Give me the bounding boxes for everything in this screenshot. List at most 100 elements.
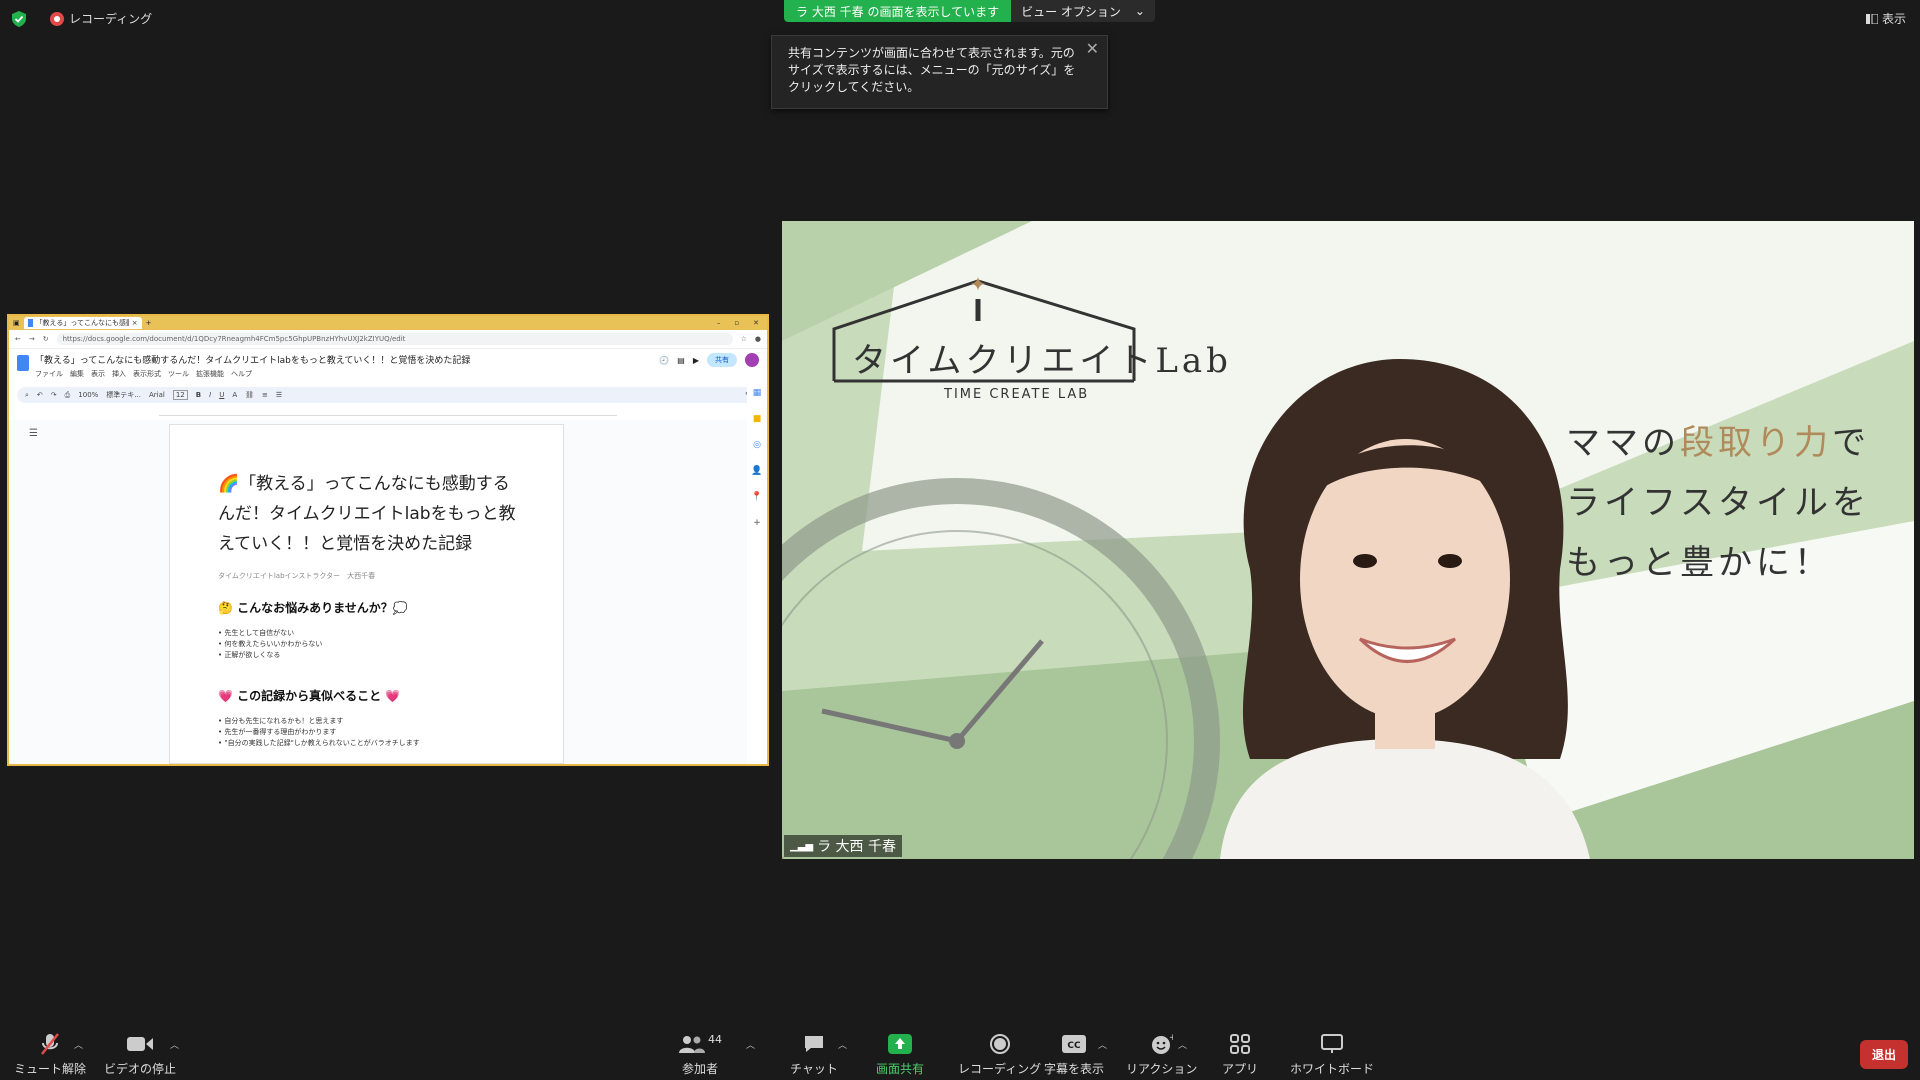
apps-label: アプリ — [1222, 1062, 1259, 1076]
menu-edit[interactable]: 編集 — [70, 369, 84, 379]
browser-menu-icon[interactable]: ▣ — [13, 319, 20, 327]
apps-button[interactable]: アプリ — [1222, 1032, 1258, 1077]
chat-caret-icon[interactable]: ︿ — [838, 1038, 847, 1051]
tagline-part: で — [1832, 423, 1870, 463]
meet-icon[interactable]: ▶ — [693, 356, 699, 365]
doc-page[interactable]: 🌈「教える」ってこんなにも感動するんだ！タイムクリエイトlabをもっと教えていく… — [169, 424, 564, 764]
window-controls: – ▫ ✕ — [717, 319, 767, 327]
underline-icon[interactable]: U — [219, 391, 224, 399]
undo-icon[interactable]: ↶ — [37, 391, 43, 399]
bold-icon[interactable]: B — [196, 391, 201, 399]
menu-help[interactable]: ヘルプ — [231, 369, 252, 379]
font-size-input[interactable]: 12 — [172, 390, 188, 400]
maps-icon[interactable]: 📍 — [751, 492, 762, 502]
menu-view[interactable]: 表示 — [91, 369, 105, 379]
whiteboard-icon — [1321, 1032, 1343, 1056]
close-tab-icon[interactable]: × — [132, 319, 138, 327]
menu-format[interactable]: 表示形式 — [133, 369, 161, 379]
font-select[interactable]: Arial — [149, 391, 165, 399]
docs-menu-bar: ファイル 編集 表示 挿入 表示形式 ツール 拡張機能 ヘルプ — [35, 369, 470, 379]
doc-title[interactable]: 「教える」ってこんなにも感動するんだ！タイムクリエイトlabをもっと教えていく！… — [35, 353, 470, 366]
mic-muted-icon — [40, 1032, 60, 1056]
style-select[interactable]: 標準テキ... — [106, 390, 141, 400]
record-button[interactable]: レコーディング — [958, 1032, 1041, 1077]
list-item: 先生として自信がない — [218, 628, 523, 639]
menu-insert[interactable]: 挿入 — [112, 369, 126, 379]
keep-icon[interactable]: ■ — [753, 414, 762, 424]
menu-file[interactable]: ファイル — [35, 369, 63, 379]
history-icon[interactable]: 🕘 — [659, 356, 669, 365]
share-button[interactable]: 共有 — [707, 353, 737, 367]
captions-label: 字幕を表示 — [1044, 1062, 1105, 1076]
bookmark-star-icon[interactable]: ☆ — [741, 335, 747, 343]
chat-button[interactable]: チャット — [790, 1032, 838, 1077]
address-bar[interactable]: https://docs.google.com/document/d/1QDcy… — [56, 333, 733, 345]
grid-view-icon — [1865, 13, 1878, 24]
audio-options-caret-icon[interactable]: ︿ — [74, 1038, 83, 1051]
chat-icon — [803, 1032, 825, 1056]
participants-caret-icon[interactable]: ︿ — [746, 1038, 755, 1051]
whiteboard-label: ホワイトボード — [1290, 1062, 1375, 1076]
search-icon[interactable]: ⌕ — [25, 391, 29, 400]
minimize-icon[interactable]: – — [717, 319, 721, 327]
participants-button[interactable]: 44 参加者 — [678, 1032, 722, 1077]
zoom-select[interactable]: 100% — [78, 391, 98, 399]
whiteboard-button[interactable]: ホワイトボード — [1290, 1032, 1374, 1077]
menu-extensions[interactable]: 拡張機能 — [196, 369, 224, 379]
close-icon[interactable]: ✕ — [1086, 40, 1099, 57]
menu-tools[interactable]: ツール — [168, 369, 189, 379]
section-heading-concerns: 🤔 こんなお悩みありませんか？💭 — [218, 601, 408, 615]
docs-logo-icon[interactable] — [17, 355, 29, 371]
leave-button[interactable]: 退出 — [1859, 1040, 1908, 1069]
text-color-icon[interactable]: A — [232, 391, 237, 399]
align-icon[interactable]: ≡ — [262, 391, 268, 399]
profile-icon[interactable]: ● — [755, 335, 761, 343]
docs-side-panel: ▦ ■ ◎ 👤 📍 + — [747, 382, 767, 764]
link-icon[interactable]: ⛓ — [245, 391, 254, 399]
print-icon[interactable]: ⎙ — [65, 391, 71, 400]
reaction-smile-icon: + — [1151, 1032, 1173, 1056]
add-addon-icon[interactable]: + — [753, 518, 761, 528]
svg-text:CC: CC — [1067, 1041, 1081, 1051]
security-shield-icon[interactable] — [12, 10, 26, 27]
stop-video-button[interactable]: ビデオの停止 — [104, 1032, 176, 1077]
shared-screen[interactable]: ▣ 「教える」ってこんなにも感動するんだ！ × + – ▫ ✕ ← → ↻ ht… — [7, 314, 769, 766]
comment-icon[interactable]: ▤ — [677, 356, 685, 365]
video-options-caret-icon[interactable]: ︿ — [170, 1038, 179, 1051]
captions-button[interactable]: CC 字幕を表示 — [1044, 1032, 1104, 1077]
browser-tab[interactable]: 「教える」ってこんなにも感動するんだ！ × — [23, 317, 142, 329]
calendar-icon[interactable]: ▦ — [753, 388, 762, 398]
participant-video[interactable]: ✦ タイムクリエイトLab TIME CREATE LAB ママの段取り力で ラ… — [782, 221, 1914, 859]
share-screen-label: 画面共有 — [876, 1062, 925, 1076]
reload-icon[interactable]: ↻ — [43, 335, 49, 343]
recording-indicator[interactable]: レコーディング — [50, 10, 152, 27]
chat-label: チャット — [790, 1062, 838, 1076]
stop-video-label: ビデオの停止 — [104, 1062, 177, 1076]
forward-icon[interactable]: → — [29, 335, 35, 343]
italic-icon[interactable]: I — [209, 391, 211, 399]
meeting-toolbar: ミュート解除 ︿ ビデオの停止 ︿ 44 参加者 ︿ チャット ︿ 画面共有 レ… — [0, 1020, 1920, 1080]
outline-icon[interactable]: ☰ — [29, 428, 38, 439]
list-item: 正解が欲しくなる — [218, 650, 523, 661]
list-item: 自分も先生になれるかも！と思えます — [218, 716, 523, 727]
tagline-accent: 段取り力 — [1680, 423, 1832, 463]
contacts-icon[interactable]: 👤 — [751, 466, 762, 476]
avatar[interactable] — [745, 353, 759, 367]
reactions-caret-icon[interactable]: ︿ — [1178, 1038, 1187, 1051]
docs-header-actions: 🕘 ▤ ▶ 共有 — [659, 353, 759, 367]
new-tab-icon[interactable]: + — [146, 319, 152, 327]
close-window-icon[interactable]: ✕ — [753, 319, 759, 327]
browser-tab-title: 「教える」ってこんなにも感動するんだ！ — [35, 319, 129, 327]
captions-caret-icon[interactable]: ︿ — [1098, 1038, 1107, 1051]
tasks-icon[interactable]: ◎ — [753, 440, 761, 450]
redo-icon[interactable]: ↷ — [51, 391, 57, 399]
participants-icon: 44 — [678, 1032, 722, 1056]
view-button[interactable]: 表示 — [1865, 10, 1906, 27]
share-screen-button[interactable]: 画面共有 — [876, 1032, 924, 1077]
fit-to-window-tooltip: 共有コンテンツが画面に合わせて表示されます。元のサイズで表示するには、メニューの… — [771, 35, 1108, 109]
back-icon[interactable]: ← — [15, 335, 21, 343]
maximize-icon[interactable]: ▫ — [734, 319, 739, 327]
chevron-down-icon: ⌄ — [1134, 4, 1145, 18]
list-icon[interactable]: ☰ — [276, 391, 282, 399]
view-options-button[interactable]: ビュー オプション ⌄ — [1011, 0, 1155, 22]
